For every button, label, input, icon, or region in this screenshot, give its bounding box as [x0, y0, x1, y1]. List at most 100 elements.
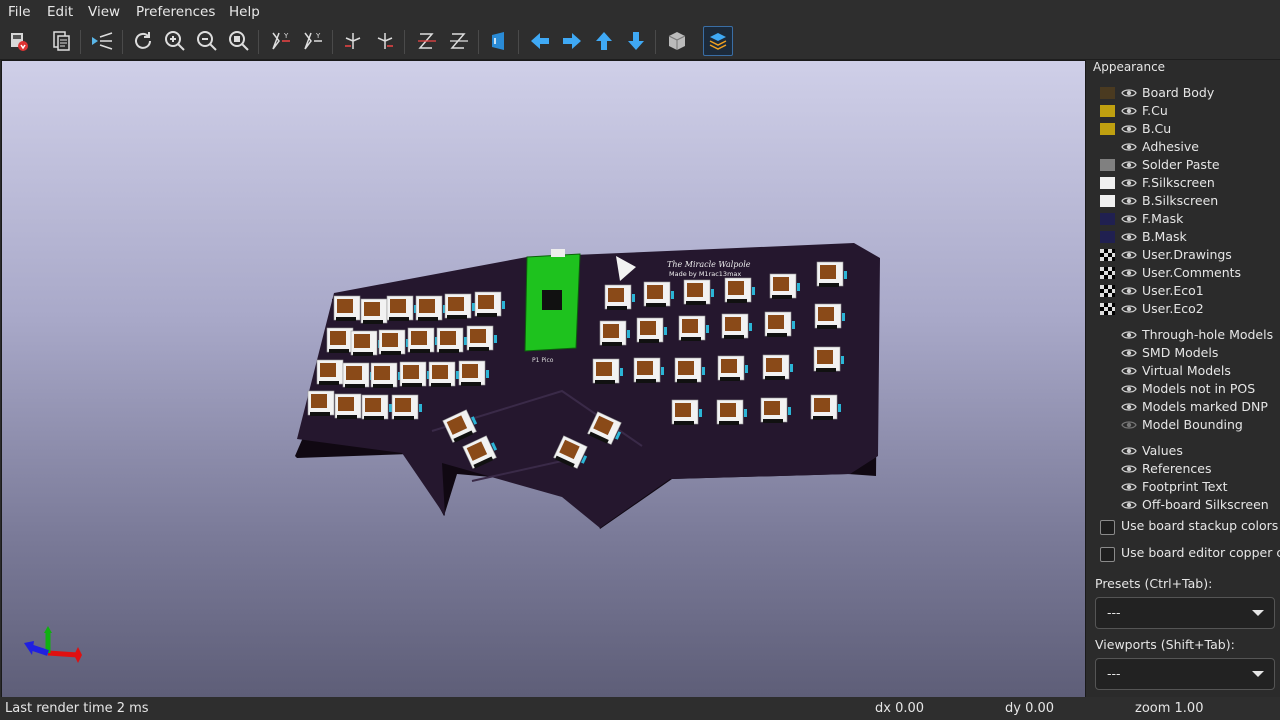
- eye-icon[interactable]: [1121, 480, 1137, 494]
- eye-icon[interactable]: [1121, 266, 1137, 280]
- presets-label: Presets (Ctrl+Tab):: [1095, 576, 1213, 591]
- move-right-icon[interactable]: [559, 28, 585, 54]
- layer-swatch[interactable]: [1100, 159, 1115, 171]
- model-row-models-not-in-pos[interactable]: Models not in POS: [1086, 380, 1280, 398]
- eye-icon[interactable]: [1121, 418, 1137, 432]
- menu-preferences[interactable]: Preferences: [136, 4, 215, 20]
- layer-row-b-cu[interactable]: B.Cu: [1086, 120, 1280, 138]
- model-row-through-hole-models[interactable]: Through-hole Models: [1086, 326, 1280, 344]
- layer-swatch[interactable]: [1100, 267, 1115, 279]
- eye-icon[interactable]: [1121, 284, 1137, 298]
- layer-row-board-body[interactable]: Board Body: [1086, 84, 1280, 102]
- text-row-footprint-text[interactable]: Footprint Text: [1086, 478, 1280, 496]
- raytrace-icon[interactable]: [89, 28, 115, 54]
- zoom-fit-icon[interactable]: [226, 28, 252, 54]
- eye-icon[interactable]: [1121, 122, 1137, 136]
- presets-dropdown[interactable]: ---: [1095, 597, 1275, 629]
- keyswitch: [334, 393, 365, 419]
- rotate-x-ccw-icon[interactable]: Y: [300, 28, 326, 54]
- menu-edit[interactable]: Edit: [47, 4, 73, 20]
- flip-board-icon[interactable]: [486, 28, 512, 54]
- ortho-icon[interactable]: [664, 28, 690, 54]
- layer-row-user-drawings[interactable]: User.Drawings: [1086, 246, 1280, 264]
- move-left-icon[interactable]: [527, 28, 553, 54]
- 3d-viewport[interactable]: P1 Pico The Miracle Walpole Made by M1ra…: [1, 60, 1086, 698]
- text-row-values[interactable]: Values: [1086, 442, 1280, 460]
- layer-row-user-comments[interactable]: User.Comments: [1086, 264, 1280, 282]
- zoom-in-icon[interactable]: [162, 28, 188, 54]
- rotate-z-ccw-icon[interactable]: [446, 28, 472, 54]
- menu-file[interactable]: File: [8, 4, 31, 20]
- copy-icon[interactable]: [48, 28, 74, 54]
- layer-swatch[interactable]: [1100, 87, 1115, 99]
- layer-row-adhesive[interactable]: Adhesive: [1086, 138, 1280, 156]
- checkbox-box[interactable]: [1100, 547, 1115, 562]
- keyswitch: [444, 293, 475, 319]
- viewports-dropdown[interactable]: ---: [1095, 658, 1275, 690]
- layer-label: Solder Paste: [1142, 157, 1220, 172]
- layer-row-user-eco1[interactable]: User.Eco1: [1086, 282, 1280, 300]
- eye-icon[interactable]: [1121, 212, 1137, 226]
- eye-icon[interactable]: [1121, 230, 1137, 244]
- eye-icon[interactable]: [1121, 140, 1137, 154]
- keyswitch: [316, 359, 347, 385]
- eye-icon[interactable]: [1121, 328, 1137, 342]
- layer-row-f-mask[interactable]: F.Mask: [1086, 210, 1280, 228]
- layer-row-f-cu[interactable]: F.Cu: [1086, 102, 1280, 120]
- layer-swatch[interactable]: [1100, 123, 1115, 135]
- eye-icon[interactable]: [1121, 248, 1137, 262]
- eye-icon[interactable]: [1121, 104, 1137, 118]
- layer-row-b-silkscreen[interactable]: B.Silkscreen: [1086, 192, 1280, 210]
- toggle-panel-icon[interactable]: [703, 26, 733, 56]
- eye-icon[interactable]: [1121, 158, 1137, 172]
- layer-label: B.Cu: [1142, 121, 1172, 136]
- use-editor-copper-checkbox[interactable]: Use board editor copper colors: [1100, 544, 1280, 564]
- model-row-models-marked-dnp[interactable]: Models marked DNP: [1086, 398, 1280, 416]
- layer-swatch[interactable]: [1100, 303, 1115, 315]
- zoom-out-icon[interactable]: [194, 28, 220, 54]
- layer-swatch[interactable]: [1100, 195, 1115, 207]
- layer-swatch[interactable]: [1100, 105, 1115, 117]
- eye-icon[interactable]: [1121, 444, 1137, 458]
- eye-icon[interactable]: [1121, 194, 1137, 208]
- status-bar: Last render time 2 ms dx 0.00 dy 0.00 zo…: [0, 697, 1280, 720]
- eye-icon[interactable]: [1121, 498, 1137, 512]
- text-row-off-board-silkscreen[interactable]: Off-board Silkscreen: [1086, 496, 1280, 514]
- reload-icon[interactable]: [130, 28, 156, 54]
- model-label: Virtual Models: [1142, 363, 1231, 378]
- rotate-x-cw-icon[interactable]: Y: [268, 28, 294, 54]
- eye-icon[interactable]: [1121, 86, 1137, 100]
- menu-help[interactable]: Help: [229, 4, 260, 20]
- rotate-y-ccw-icon[interactable]: [372, 28, 398, 54]
- layer-swatch[interactable]: [1100, 285, 1115, 297]
- layer-row-solder-paste[interactable]: Solder Paste: [1086, 156, 1280, 174]
- viewports-label: Viewports (Shift+Tab):: [1095, 637, 1235, 652]
- eye-icon[interactable]: [1121, 302, 1137, 316]
- use-stackup-colors-checkbox[interactable]: Use board stackup colors: [1100, 517, 1280, 537]
- model-row-virtual-models[interactable]: Virtual Models: [1086, 362, 1280, 380]
- layer-row-user-eco2[interactable]: User.Eco2: [1086, 300, 1280, 318]
- model-row-smd-models[interactable]: SMD Models: [1086, 344, 1280, 362]
- layer-swatch[interactable]: [1100, 213, 1115, 225]
- eye-icon[interactable]: [1121, 382, 1137, 396]
- eye-icon[interactable]: [1121, 346, 1137, 360]
- eye-icon[interactable]: [1121, 176, 1137, 190]
- text-row-references[interactable]: References: [1086, 460, 1280, 478]
- eye-icon[interactable]: [1121, 364, 1137, 378]
- move-down-icon[interactable]: [623, 28, 649, 54]
- svg-text:Y: Y: [283, 32, 289, 40]
- model-row-model-bounding[interactable]: Model Bounding: [1086, 416, 1280, 434]
- move-up-icon[interactable]: [591, 28, 617, 54]
- menu-view[interactable]: View: [88, 4, 120, 20]
- rotate-z-cw-icon[interactable]: [414, 28, 440, 54]
- checkbox-box[interactable]: [1100, 520, 1115, 535]
- layer-swatch[interactable]: [1100, 231, 1115, 243]
- eye-icon[interactable]: [1121, 400, 1137, 414]
- rotate-y-cw-icon[interactable]: [340, 28, 366, 54]
- layer-row-f-silkscreen[interactable]: F.Silkscreen: [1086, 174, 1280, 192]
- eye-icon[interactable]: [1121, 462, 1137, 476]
- export-icon[interactable]: [6, 28, 32, 54]
- layer-swatch[interactable]: [1100, 177, 1115, 189]
- layer-swatch[interactable]: [1100, 249, 1115, 261]
- layer-row-b-mask[interactable]: B.Mask: [1086, 228, 1280, 246]
